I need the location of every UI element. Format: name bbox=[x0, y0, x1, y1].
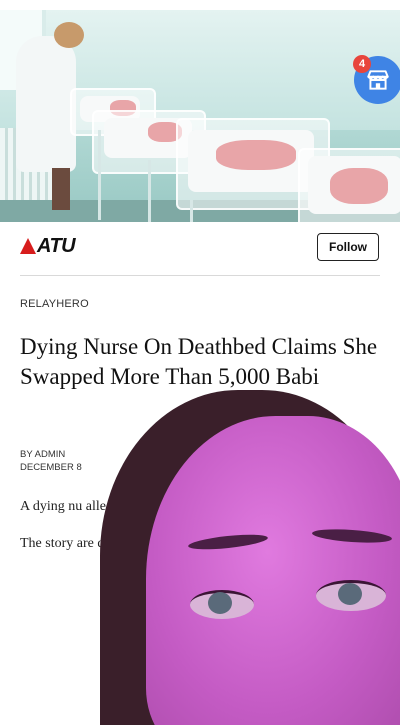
cot-leg bbox=[190, 200, 193, 222]
selfie-camera-overlay bbox=[80, 380, 400, 725]
nurse-leg bbox=[52, 168, 70, 210]
article-byline: BY ADMIN DECEMBER 8 bbox=[20, 448, 82, 474]
logo-text: ATU bbox=[37, 234, 76, 257]
selfie-iris bbox=[208, 592, 232, 614]
divider bbox=[20, 275, 380, 276]
publisher-logo[interactable]: ATU bbox=[20, 234, 76, 257]
article-hero-image bbox=[0, 10, 400, 222]
selfie-face bbox=[146, 416, 400, 725]
selfie-iris bbox=[338, 583, 362, 605]
cot-leg bbox=[148, 160, 151, 222]
byline-author: BY ADMIN bbox=[20, 449, 66, 460]
baby bbox=[216, 140, 296, 170]
nurse-head bbox=[54, 22, 84, 48]
article-source[interactable]: RELAYHERO bbox=[20, 298, 89, 310]
byline-date: DECEMBER 8 bbox=[20, 462, 82, 473]
cot-leg bbox=[98, 130, 101, 220]
logo-triangle-icon bbox=[20, 238, 36, 254]
notification-badge: 4 bbox=[353, 55, 371, 73]
baby bbox=[330, 168, 388, 204]
storefront-icon bbox=[367, 70, 389, 90]
nurse-figure bbox=[16, 36, 76, 172]
follow-button[interactable]: Follow bbox=[317, 233, 379, 261]
